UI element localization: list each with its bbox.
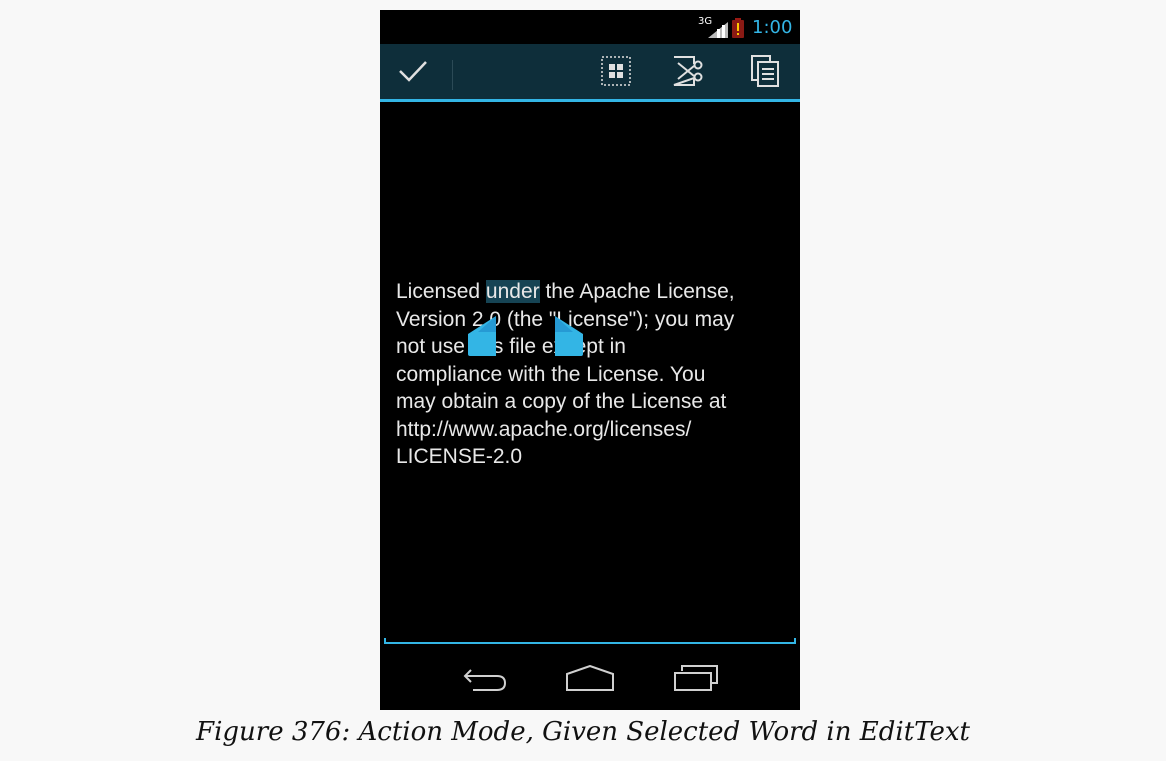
back-button[interactable] bbox=[456, 660, 516, 700]
home-button[interactable] bbox=[560, 660, 620, 700]
text-line: LICENSE-2.0 bbox=[396, 445, 523, 468]
text-line: Licensed under the Apache License, bbox=[396, 278, 792, 306]
status-bar: 3G 1:00 bbox=[380, 10, 800, 44]
text-line: http://www.apache.org/licenses/ bbox=[396, 417, 692, 441]
contextual-action-bar bbox=[380, 44, 800, 102]
text-line: Version 2.0 (the "License"); you may bbox=[396, 307, 735, 331]
recent-apps-button[interactable] bbox=[666, 660, 726, 700]
selected-word[interactable]: under bbox=[485, 280, 540, 303]
edit-text-content[interactable]: Licensed under the Apache License, Versi… bbox=[396, 278, 792, 471]
navigation-bar bbox=[380, 650, 800, 710]
recent-apps-icon bbox=[672, 664, 720, 696]
text-line: compliance with the License. You bbox=[396, 362, 706, 386]
battery-low-icon bbox=[732, 18, 744, 43]
action-bar-divider bbox=[452, 60, 453, 90]
phone-screen: 3G 1:00 Licensed under the Apache Licens… bbox=[380, 10, 800, 710]
edit-text-underline bbox=[384, 638, 796, 644]
text-line: not use this file except in bbox=[396, 335, 626, 358]
text-line: may obtain a copy of the License at bbox=[396, 390, 727, 413]
scissors-icon bbox=[670, 54, 704, 93]
back-arrow-icon bbox=[461, 665, 511, 696]
text-segment: Licensed bbox=[396, 280, 486, 303]
signal-bars-icon bbox=[706, 22, 728, 43]
clock: 1:00 bbox=[752, 17, 793, 38]
home-icon bbox=[564, 664, 616, 696]
figure-caption: Figure 376: Action Mode, Given Selected … bbox=[196, 717, 970, 747]
select-all-button[interactable] bbox=[592, 44, 640, 102]
done-button[interactable] bbox=[380, 44, 446, 102]
edit-text-field[interactable]: Licensed under the Apache License, Versi… bbox=[384, 102, 796, 644]
checkmark-icon bbox=[397, 59, 429, 88]
select-all-icon bbox=[600, 55, 632, 92]
text-segment: the Apache License, bbox=[539, 280, 735, 303]
cut-button[interactable] bbox=[663, 44, 711, 102]
selection-end-handle[interactable] bbox=[555, 316, 583, 356]
copy-button[interactable] bbox=[741, 44, 789, 102]
copy-icon bbox=[750, 54, 780, 93]
selection-start-handle[interactable] bbox=[468, 316, 496, 356]
